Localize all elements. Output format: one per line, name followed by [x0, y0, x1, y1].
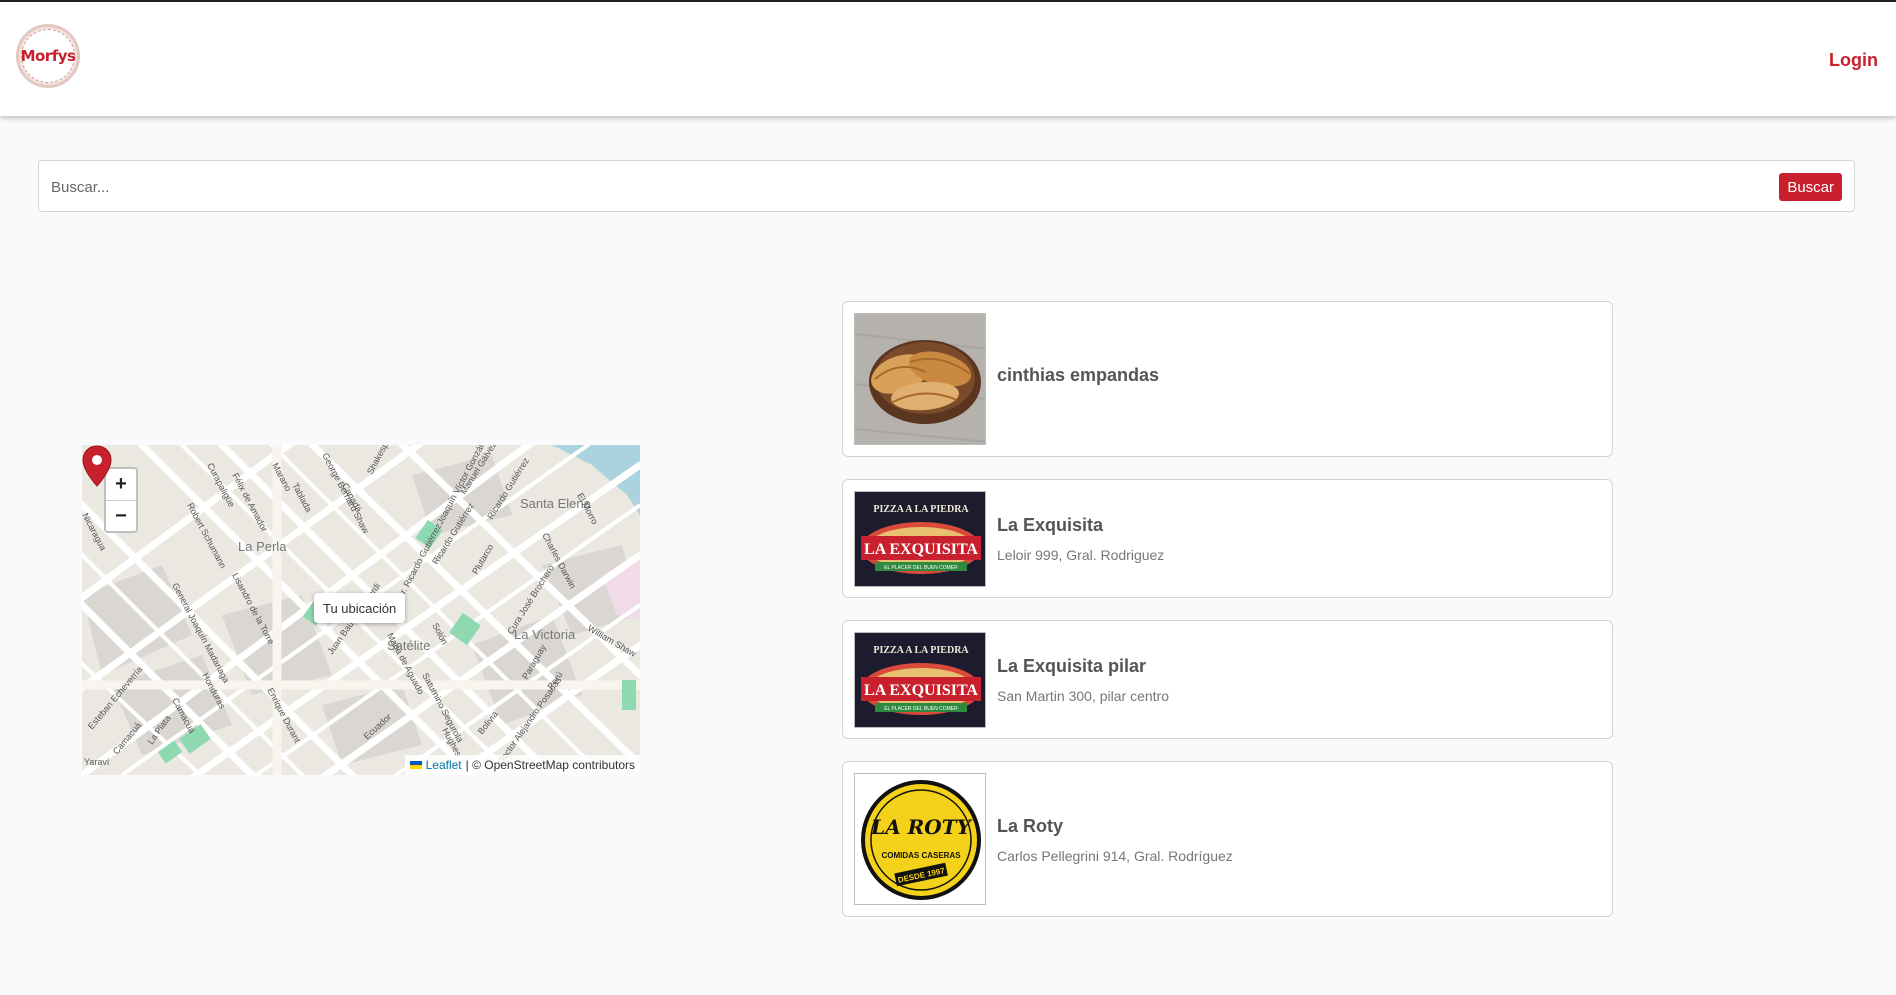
location-pin-icon[interactable]: [82, 445, 112, 487]
search-button[interactable]: Buscar: [1779, 173, 1842, 201]
restaurant-card[interactable]: LA ROTY COMIDAS CASERAS DESDE 1997 La Ro…: [842, 761, 1613, 917]
svg-text:PIZZA A LA PIEDRA: PIZZA A LA PIEDRA: [873, 504, 969, 515]
svg-text:LA EXQUISITA: LA EXQUISITA: [864, 541, 978, 558]
logo-badge: Morfys: [20, 29, 76, 83]
restaurant-address: Carlos Pellegrini 914, Gral. Rodríguez: [997, 848, 1233, 864]
restaurant-card[interactable]: PIZZA A LA PIEDRA LA EXQUISITA EL PLACER…: [842, 620, 1613, 739]
map-attribution: Leaflet | © OpenStreetMap contributors: [404, 755, 640, 775]
ukraine-flag-icon: [409, 761, 422, 769]
logo-text: Morfys: [20, 47, 76, 65]
map-place-la-perla: La Perla: [238, 539, 287, 554]
search-input[interactable]: [49, 169, 1753, 205]
svg-text:Yaraví: Yaraví: [84, 757, 110, 767]
restaurant-name: La Roty: [997, 816, 1064, 836]
restaurant-card[interactable]: cinthias empandas: [842, 301, 1613, 457]
svg-text:LA EXQUISITA: LA EXQUISITA: [864, 682, 978, 699]
svg-text:EL PLACER DEL BUEN COMER: EL PLACER DEL BUEN COMER: [884, 565, 958, 571]
leaflet-link[interactable]: Leaflet: [426, 758, 462, 772]
restaurant-address: San Martin 300, pilar centro: [997, 688, 1169, 704]
restaurant-address: Leloir 999, Gral. Rodriguez: [997, 547, 1165, 563]
svg-text:LA ROTY: LA ROTY: [870, 815, 972, 839]
svg-text:EL PLACER DEL BUEN COMER: EL PLACER DEL BUEN COMER: [884, 706, 958, 712]
empanadas-photo: [854, 313, 986, 445]
zoom-out-button[interactable]: −: [106, 501, 136, 532]
location-map[interactable]: La Perla Santa Elena Satélite La Victori…: [82, 445, 640, 775]
morfys-logo[interactable]: Morfys: [16, 24, 80, 88]
svg-text:COMIDAS CASERAS: COMIDAS CASERAS: [881, 851, 961, 860]
restaurant-name: La Exquisita pilar: [997, 656, 1147, 676]
login-link[interactable]: Login: [1829, 50, 1878, 71]
restaurant-name: cinthias empandas: [997, 365, 1160, 385]
la-exquisita-logo: PIZZA A LA PIEDRA LA EXQUISITA EL PLACER…: [854, 632, 986, 728]
search-bar: Buscar: [38, 160, 1855, 212]
restaurant-name: La Exquisita: [997, 515, 1104, 535]
top-navbar: Morfys Login: [0, 2, 1896, 116]
map-place-la-victoria: La Victoria: [514, 627, 576, 642]
svg-text:PIZZA A LA PIEDRA: PIZZA A LA PIEDRA: [873, 645, 969, 656]
location-popup: Tu ubicación: [314, 593, 406, 623]
la-roty-logo: LA ROTY COMIDAS CASERAS DESDE 1997: [854, 773, 986, 905]
restaurant-card[interactable]: PIZZA A LA PIEDRA LA EXQUISITA EL PLACER…: [842, 479, 1613, 598]
la-exquisita-logo: PIZZA A LA PIEDRA LA EXQUISITA EL PLACER…: [854, 491, 986, 587]
osm-attribution-text: | © OpenStreetMap contributors: [465, 758, 635, 772]
